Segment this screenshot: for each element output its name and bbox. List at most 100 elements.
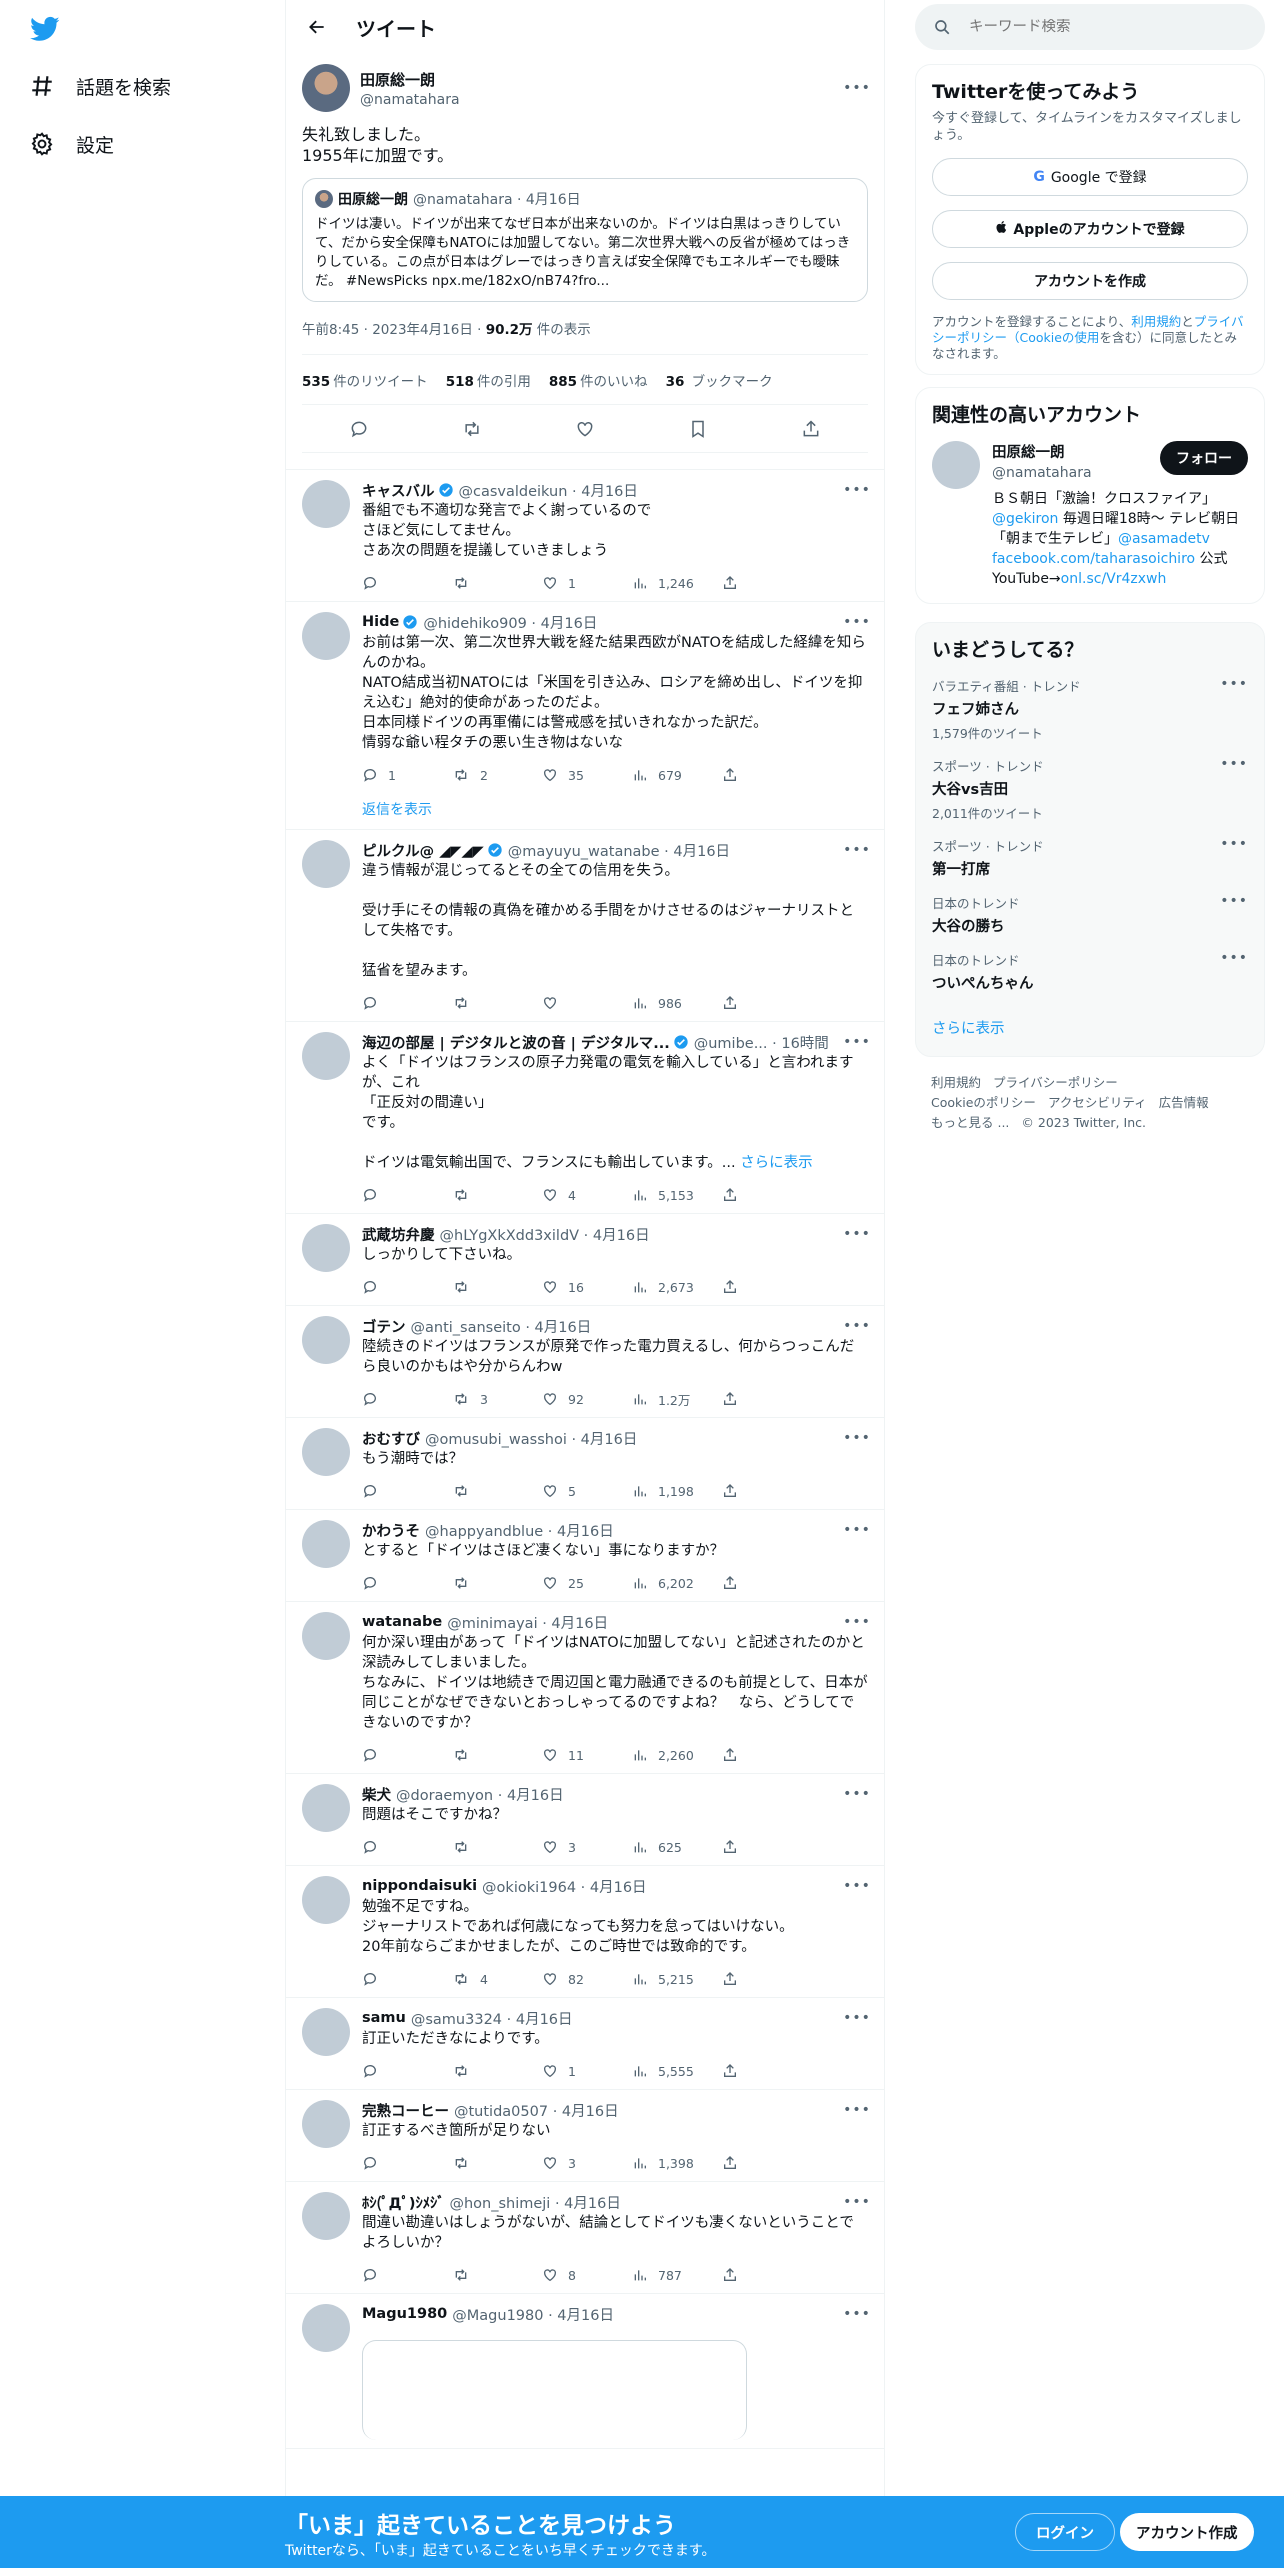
reply-author-name[interactable]: 海辺の部屋 | デジタルと波の音 | デジタルマ... [362,1032,670,1053]
retweet-stat[interactable]: 535 件のリツイート [302,370,428,390]
reply-tweet[interactable]: 武蔵坊弁慶 @hLYgXkXdd3xildV · 4月16日 ••• しっかりして下さ… [286,1214,884,1306]
youtube-link[interactable]: onl.sc/Vr4zxwh [1061,571,1167,587]
create-account-button[interactable]: アカウントを作成 [932,262,1248,300]
avatar[interactable] [302,1784,350,1832]
related-handle[interactable]: @namatahara [992,465,1160,481]
footer-cookie[interactable]: Cookieのポリシー [931,1095,1036,1110]
more-icon[interactable]: ••• [1220,950,1248,993]
more-icon[interactable]: ••• [1220,893,1248,936]
share-button[interactable] [722,995,812,1011]
retweet-icon[interactable] [454,411,490,447]
bookmark-stat[interactable]: 36 ブックマーク [666,370,773,390]
bookmark-icon[interactable] [680,411,716,447]
views-button[interactable]: 5,215 [632,1971,722,1987]
more-icon[interactable]: ••• [843,2099,870,2121]
reply-button[interactable] [362,995,452,1011]
more-icon[interactable]: ••• [843,1519,870,1541]
quoted-tweet[interactable]: 田原総一朗 @namatahara · 4月16日 ドイツは凄い。ドイツが出来て… [302,178,868,302]
reply-author-handle[interactable]: @samu3324 · 4月16日 [411,2008,573,2029]
follow-button[interactable]: フォロー [1160,441,1248,475]
trends-show-more[interactable]: さらに表示 [932,1017,1248,1038]
reply-tweet[interactable]: かわうそ @happyandblue · 4月16日 ••• とすると「ドイツはさほど… [286,1510,884,1602]
reply-tweet[interactable]: 完熟コーヒー @tutida0507 · 4月16日 ••• 訂正するべき箇所が足りな… [286,2090,884,2182]
more-icon[interactable]: ••• [1220,676,1248,742]
show-more-link[interactable]: さらに表示 [740,1155,813,1171]
nav-settings[interactable]: 設定 [28,124,114,164]
reply-tweet[interactable]: キャスバル @casvaldeikun · 4月16日 ••• 番組でも不適切な発言で… [286,470,884,602]
google-signup-button[interactable]: G Google で登録 [932,158,1248,196]
like-icon[interactable] [567,411,603,447]
more-icon[interactable]: ••• [843,1223,870,1245]
avatar[interactable] [302,1876,350,1924]
like-button[interactable] [542,995,632,1011]
more-icon[interactable]: ••• [843,1783,870,1805]
reply-author-name[interactable]: Hide [362,614,399,630]
avatar[interactable] [302,1612,350,1660]
footer-more[interactable]: もっと見る ... [931,1115,1009,1130]
avatar[interactable] [302,1032,350,1080]
views-button[interactable]: 5,555 [632,2063,722,2079]
reply-tweet[interactable]: ﾎｼ(ﾟДﾟ)ｼﾒｼﾞ @hon_shimeji · 4月16日 ••• 間違い勘違い… [286,2182,884,2294]
like-button[interactable]: 4 [542,1187,632,1203]
retweet-button[interactable] [452,1483,542,1499]
retweet-button[interactable] [452,2267,542,2283]
like-button[interactable]: 35 [542,767,632,783]
share-button[interactable] [722,1483,812,1499]
more-icon[interactable]: ••• [843,1031,870,1053]
share-button[interactable] [722,2267,812,2283]
reply-author-handle[interactable]: @casvaldeikun · 4月16日 [459,480,638,501]
reply-author-handle[interactable]: @hLYgXkXdd3xildV · 4月16日 [440,1224,650,1245]
views-button[interactable]: 679 [632,767,722,783]
reply-author-handle[interactable]: @hon_shimeji · 4月16日 [449,2192,620,2213]
more-icon[interactable]: ••• [843,1315,870,1337]
reply-button[interactable] [362,2063,452,2079]
reply-author-handle[interactable]: @Magu1980 · 4月16日 [452,2304,614,2325]
views-button[interactable]: 625 [632,1839,722,1855]
footer-ads[interactable]: 広告情報 [1159,1095,1209,1110]
more-icon[interactable]: ••• [843,2191,870,2213]
share-button[interactable] [722,1391,812,1407]
more-icon[interactable]: ••• [1220,756,1248,822]
views-button[interactable]: 2,260 [632,1747,722,1763]
trend-item[interactable]: スポーツ · トレンド 第一打席 ••• [932,836,1248,879]
retweet-button[interactable] [452,995,542,1011]
reply-button[interactable] [362,1391,452,1407]
reply-author-name[interactable]: Magu1980 [362,2306,447,2322]
avatar[interactable] [302,2100,350,2148]
retweet-button[interactable] [452,575,542,591]
avatar[interactable] [302,2304,350,2352]
more-icon[interactable]: ••• [843,2007,870,2029]
avatar[interactable] [932,441,980,489]
share-icon[interactable] [793,411,829,447]
reply-button[interactable] [362,1747,452,1763]
views-button[interactable]: 6,202 [632,1575,722,1591]
reply-button[interactable] [362,1839,452,1855]
avatar[interactable] [302,840,350,888]
views-button[interactable]: 787 [632,2267,722,2283]
retweet-button[interactable] [452,1187,542,1203]
reply-author-name[interactable]: nippondaisuki [362,1878,477,1894]
share-button[interactable] [722,1575,812,1591]
share-button[interactable] [722,1971,812,1987]
more-icon[interactable]: ••• [1220,836,1248,879]
views-button[interactable]: 986 [632,995,722,1011]
more-icon[interactable]: ••• [843,1427,870,1449]
like-button[interactable]: 3 [542,2155,632,2171]
avatar[interactable] [302,612,350,660]
retweet-button[interactable]: 2 [452,767,542,783]
reply-button[interactable] [362,1279,452,1295]
like-stat[interactable]: 885 件のいいね [549,370,648,390]
reply-button[interactable] [362,1575,452,1591]
like-button[interactable]: 82 [542,1971,632,1987]
retweet-button[interactable] [452,2063,542,2079]
reply-author-handle[interactable]: @doraemyon · 4月16日 [396,1784,564,1805]
trend-item[interactable]: バラエティ番組 · トレンド フェフ姉さん 1,579件のツイート ••• [932,676,1248,742]
footer-privacy[interactable]: プライバシーポリシー [993,1075,1118,1090]
author-name[interactable]: 田原総一朗 [360,69,846,90]
reply-tweet[interactable]: ピルクル@ ◢◤◢◤ @mayuyu_watanabe · 4月16日 ••• 違う情… [286,830,884,1022]
reply-author-name[interactable]: ピルクル@ ◢◤◢◤ [362,840,484,861]
signup-button[interactable]: アカウント作成 [1120,2513,1254,2551]
reply-tweet[interactable]: Magu1980 @Magu1980 · 4月16日 ••• [286,2294,884,2449]
search-input[interactable] [969,19,1219,35]
reply-tweet[interactable]: nippondaisuki @okioki1964 · 4月16日 ••• 勉強不足で… [286,1866,884,1998]
